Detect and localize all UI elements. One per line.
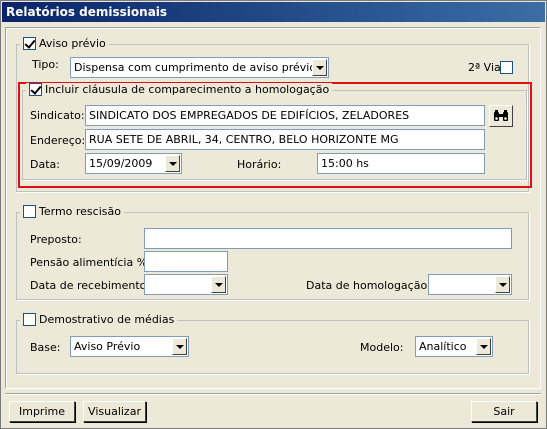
divider [5,393,541,395]
modelo-select[interactable]: Analítico [415,336,493,357]
binoculars-icon [494,110,508,121]
endereco-value: RUA SETE DE ABRIL, 34, CENTRO, BELO HORI… [89,133,399,146]
tipo-label: Tipo: [32,58,59,71]
chevron-down-icon[interactable] [312,59,327,76]
modelo-value: Analítico [419,340,467,353]
data-value: 15/09/2009 [89,157,153,170]
preposto-input[interactable] [144,228,512,249]
homologacao-checkbox[interactable] [29,83,42,96]
aviso-previo-legend[interactable]: Aviso prévio [20,37,109,50]
chevron-down-icon[interactable] [211,276,226,293]
sindicato-label: Sindicato: [30,109,85,122]
medias-label: Demostrativo de médias [39,313,175,326]
medias-legend[interactable]: Demostrativo de médias [20,313,178,326]
search-sindicato-button[interactable] [489,105,513,127]
main-panel: Aviso prévio Tipo: Dispensa com cumprime… [5,27,541,389]
recebimento-label: Data de recebimento: [30,279,151,292]
horario-value: 15:00 hs [321,157,369,170]
horario-label: Horário: [237,158,282,171]
base-label: Base: [30,341,61,354]
pensao-input[interactable] [144,251,228,272]
sindicato-input[interactable]: SINDICATO DOS EMPREGADOS DE EDIFÍCIOS, Z… [85,105,485,126]
chevron-down-icon[interactable] [172,338,187,355]
dialog-window: Relatórios demissionais Aviso prévio Tip… [0,0,547,429]
pensao-label: Pensão alimentícia %: [30,256,151,269]
homologacao-date-label: Data de homologação: [306,279,431,292]
segunda-via-checkbox[interactable] [500,61,513,74]
homologacao-date-picker[interactable] [428,274,512,295]
sair-button[interactable]: Sair [471,401,537,422]
modelo-label: Modelo: [360,341,404,354]
preposto-label: Preposto: [30,233,82,246]
horario-input[interactable]: 15:00 hs [317,153,485,174]
imprime-button[interactable]: Imprime [9,401,75,422]
chevron-down-icon[interactable] [476,338,491,355]
termo-rescisao-legend[interactable]: Termo rescisão [20,205,124,218]
base-select[interactable]: Aviso Prévio [70,336,189,357]
endereco-input[interactable]: RUA SETE DE ABRIL, 34, CENTRO, BELO HORI… [85,129,485,150]
homologacao-legend[interactable]: Incluir cláusula de comparecimento a hom… [26,83,333,96]
sindicato-value: SINDICATO DOS EMPREGADOS DE EDIFÍCIOS, Z… [89,109,410,122]
chevron-down-icon[interactable] [495,276,510,293]
visualizar-button[interactable]: Visualizar [83,401,146,422]
segunda-via-label: 2ª Via [468,61,501,74]
termo-rescisao-checkbox[interactable] [23,205,36,218]
medias-checkbox[interactable] [23,313,36,326]
chevron-down-icon[interactable] [165,155,180,172]
window-title: Relatórios demissionais [2,2,545,22]
tipo-value: Dispensa com cumprimento de aviso prévio [74,61,317,74]
tipo-select[interactable]: Dispensa com cumprimento de aviso prévio [70,57,329,78]
termo-rescisao-label: Termo rescisão [39,205,121,218]
homologacao-label: Incluir cláusula de comparecimento a hom… [45,83,330,96]
aviso-previo-label: Aviso prévio [39,37,106,50]
base-value: Aviso Prévio [74,340,141,353]
endereco-label: Endereço: [30,134,86,147]
data-picker[interactable]: 15/09/2009 [85,153,182,174]
recebimento-picker[interactable] [144,274,228,295]
data-label: Data: [30,158,60,171]
aviso-previo-checkbox[interactable] [23,37,36,50]
